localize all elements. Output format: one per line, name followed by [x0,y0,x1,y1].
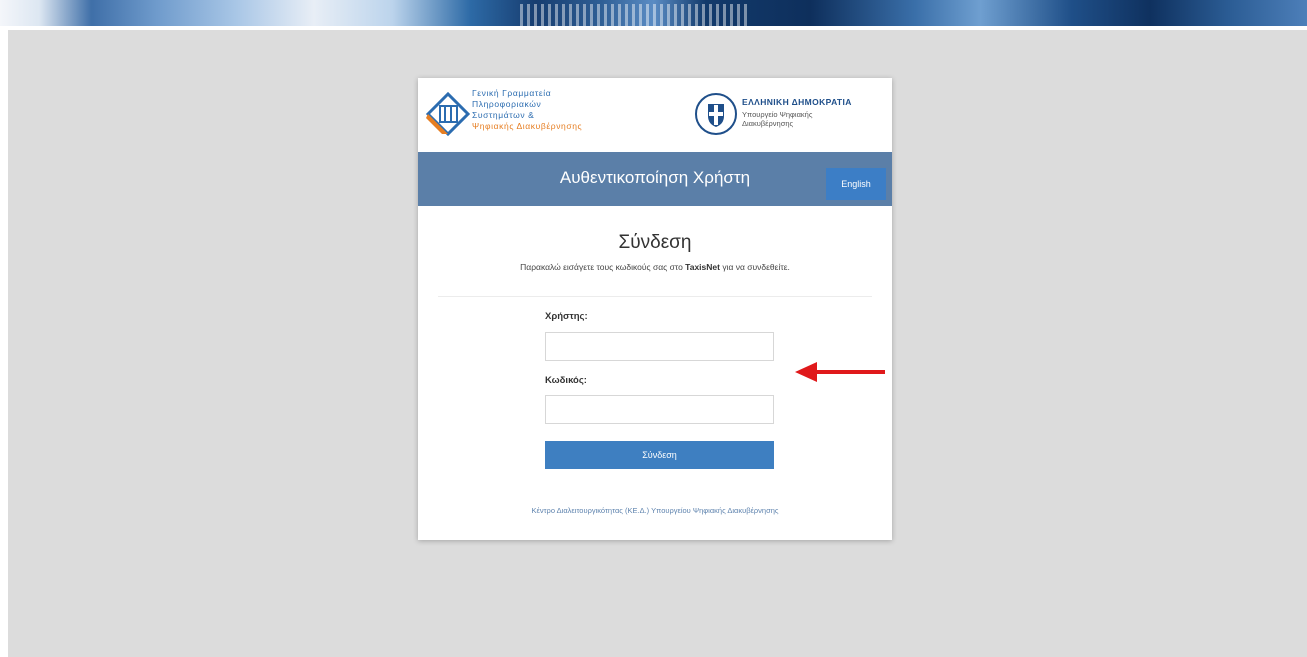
page-title: Αυθεντικοποίηση Χρήστη [559,168,751,187]
gsis-logo-text: Γενική Γραμματεία Πληροφοριακών Συστημάτ… [472,88,582,132]
ministry-name: Υπουργείο Ψηφιακής Διακυβέρνησης [742,110,812,128]
gsis-logo-line: Γενική Γραμματεία [472,88,552,98]
gsis-logo: Γενική Γραμματεία Πληροφοριακών Συστημάτ… [426,88,606,144]
left-arrow-annotation-icon [795,362,885,382]
gsis-logo-line: Πληροφοριακών [472,99,542,109]
login-instructions-text: για να συνδεθείτε. [719,262,790,272]
banner-stripes-decoration [520,4,750,26]
password-label: Κωδικός: [545,375,587,386]
login-instructions: Παρακαλώ εισάγετε τους κωδικούς σας στο … [418,262,892,272]
login-heading: Σύνδεση [618,232,692,253]
login-form: Χρήστης: Κωδικός: Σύνδεση Κέντρο Διαλειτ… [418,297,892,527]
login-instructions-text: Παρακαλώ εισάγετε τους κωδικούς σας στο [520,262,686,272]
password-input[interactable] [545,395,774,424]
ministry-name-line: Υπουργείο Ψηφιακής [742,110,813,119]
login-submit-button[interactable]: Σύνδεση [545,441,774,469]
auth-header-bar: Αυθεντικοποίηση Χρήστη English [418,152,892,206]
username-label: Χρήστης: [545,311,588,322]
ministry-name-line: Διακυβέρνησης [742,119,794,128]
language-toggle-button[interactable]: English [826,168,886,200]
gov-title: ΕΛΛΗΝΙΚΗ ΔΗΜΟΚΡΑΤΙΑ [742,97,852,107]
taxisnet-label: TaxisNet [685,262,720,272]
username-input[interactable] [545,332,774,361]
login-card: Γενική Γραμματεία Πληροφοριακών Συστημάτ… [418,78,892,540]
logos-header: Γενική Γραμματεία Πληροφοριακών Συστημάτ… [418,78,892,152]
hellenic-republic-logo: ΕΛΛΗΝΙΚΗ ΔΗΜΟΚΡΑΤΙΑ Υπουργείο Ψηφιακής Δ… [694,92,890,136]
greek-coat-of-arms-icon [695,93,737,135]
ked-footer-link[interactable]: Κέντρο Διαλειτουργικότητας (ΚΕ.Δ.) Υπουρ… [418,506,892,515]
gsis-emblem-icon [426,91,470,137]
top-banner [0,0,1307,26]
gsis-logo-line: Ψηφιακής Διακυβέρνησης [472,121,583,131]
gsis-logo-line: Συστημάτων & [472,110,535,120]
